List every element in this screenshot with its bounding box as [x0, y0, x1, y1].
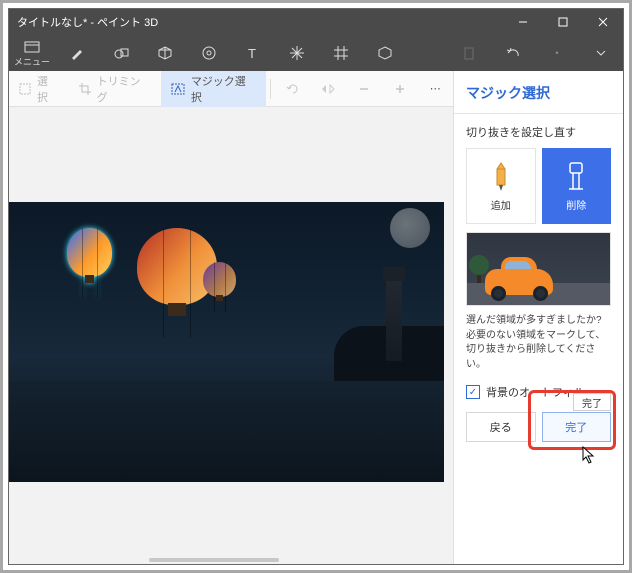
more-button[interactable]: ⋯: [417, 71, 453, 107]
canvas-button[interactable]: [319, 35, 363, 71]
menu-icon: [24, 39, 40, 55]
done-button[interactable]: 完了: [542, 412, 612, 442]
done-tooltip: 完了: [573, 393, 611, 411]
plus-icon: [394, 83, 406, 95]
rotate-button: [275, 71, 311, 107]
shapes-3d-icon: [158, 45, 172, 61]
pencil-icon: [491, 161, 511, 191]
select-tool: 選択: [9, 71, 69, 107]
sub-toolbar: 選択 トリミング マジック選択 ⋯: [9, 71, 453, 107]
canvas-area[interactable]: [9, 107, 453, 564]
stickers-button[interactable]: [187, 35, 231, 71]
balloon-small: [203, 262, 236, 312]
minus-icon: [358, 83, 370, 95]
canvas-image: [9, 202, 444, 482]
menu-label: メニュー: [14, 55, 50, 68]
add-tool-label: 追加: [491, 197, 511, 212]
panel-subhead: 切り抜きを設定し直す: [466, 124, 611, 140]
trimming-label: トリミング: [97, 73, 151, 105]
brush-icon: [70, 45, 84, 61]
magic-select-icon: [171, 83, 185, 95]
trimming-tool: トリミング: [69, 71, 161, 107]
hint-text: 選んだ領域が多すぎましたか? 必要のない領域をマークして、切り抜きから削除してく…: [466, 314, 611, 372]
remove-tool-label: 削除: [566, 197, 586, 212]
magic-select-tool[interactable]: マジック選択: [161, 71, 266, 107]
maximize-button[interactable]: [543, 9, 583, 35]
text-button[interactable]: T: [231, 35, 275, 71]
flip-icon: [321, 83, 335, 95]
panel-heading: マジック選択: [466, 83, 611, 103]
zoom-out-button: [346, 71, 382, 107]
ribbon-toolbar: メニュー T •: [9, 35, 623, 71]
redo-icon: •: [555, 45, 558, 61]
more-icon: ⋯: [430, 82, 441, 95]
3d-shapes-button[interactable]: [143, 35, 187, 71]
effects-icon: [290, 45, 304, 61]
paste-icon: [463, 45, 475, 61]
back-button[interactable]: 戻る: [466, 412, 536, 442]
close-button[interactable]: [583, 9, 623, 35]
checkbox-checked-icon: ✓: [466, 385, 480, 399]
2d-shapes-button[interactable]: [99, 35, 143, 71]
flip-button: [311, 71, 347, 107]
titlebar: タイトルなし* - ペイント 3D: [9, 9, 623, 35]
scrollbar-horizontal[interactable]: [149, 558, 279, 562]
select-icon: [19, 83, 31, 95]
text-icon: T: [247, 45, 259, 61]
zoom-in-button: [382, 71, 418, 107]
undo-icon: [506, 45, 520, 61]
preview-illustration: [466, 232, 611, 306]
canvas-icon: [334, 45, 348, 61]
minimize-button[interactable]: [503, 9, 543, 35]
history-dropdown[interactable]: [579, 35, 623, 71]
cursor-icon: [582, 446, 596, 464]
side-panel: マジック選択 切り抜きを設定し直す 追加 削除 選んだ領域が多すぎましたか?: [453, 71, 623, 564]
paste-button: [447, 35, 491, 71]
autofill-label: 背景のオートフィル: [486, 384, 585, 400]
eraser-icon: [564, 161, 588, 191]
rotate-icon: [286, 82, 300, 96]
crop-icon: [79, 83, 91, 95]
shapes-2d-icon: [113, 45, 129, 61]
3d-library-button[interactable]: [363, 35, 407, 71]
remove-tool[interactable]: 削除: [542, 148, 612, 224]
svg-text:T: T: [248, 47, 256, 59]
effects-button[interactable]: [275, 35, 319, 71]
library-icon: [378, 45, 392, 61]
window-title: タイトルなし* - ペイント 3D: [9, 14, 503, 30]
magic-select-label: マジック選択: [191, 73, 256, 105]
add-tool[interactable]: 追加: [466, 148, 536, 224]
undo-button[interactable]: [491, 35, 535, 71]
brushes-button[interactable]: [55, 35, 99, 71]
menu-button[interactable]: メニュー: [9, 35, 55, 71]
sticker-icon: [202, 45, 216, 61]
balloon-selected: [67, 228, 112, 298]
chevron-down-icon: [596, 45, 606, 61]
select-label: 選択: [37, 73, 59, 105]
redo-button: •: [535, 35, 579, 71]
